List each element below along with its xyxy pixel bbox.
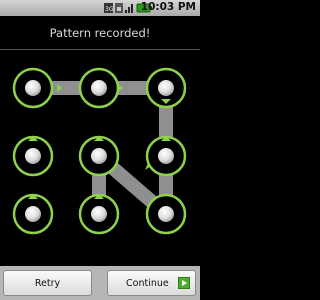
pattern-node-6[interactable] (145, 135, 187, 177)
status-time: 10:03 PM (140, 1, 196, 13)
continue-label: Continue (126, 277, 169, 289)
network-3g-icon: 3G (104, 3, 114, 13)
page-title: Pattern recorded! (49, 26, 151, 40)
play-arrow-icon (178, 277, 190, 289)
pattern-grid[interactable] (0, 55, 200, 245)
pattern-node-8[interactable] (78, 193, 120, 235)
pattern-node-7[interactable] (12, 193, 54, 235)
svg-text:3G: 3G (105, 6, 114, 13)
pattern-node-5[interactable] (78, 135, 120, 177)
retry-button[interactable]: Retry (3, 270, 92, 296)
pattern-node-1[interactable] (12, 67, 54, 109)
signal-icon (125, 4, 133, 13)
pattern-node-2[interactable] (78, 67, 120, 109)
bottom-bar: Retry Continue (0, 266, 200, 300)
pattern-node-9[interactable] (145, 193, 187, 235)
divider (0, 49, 200, 50)
sim-icon (115, 3, 123, 13)
pattern-node-4[interactable] (12, 135, 54, 177)
status-bar: 3G 10:03 PM (0, 0, 200, 16)
continue-button[interactable]: Continue (107, 270, 196, 296)
